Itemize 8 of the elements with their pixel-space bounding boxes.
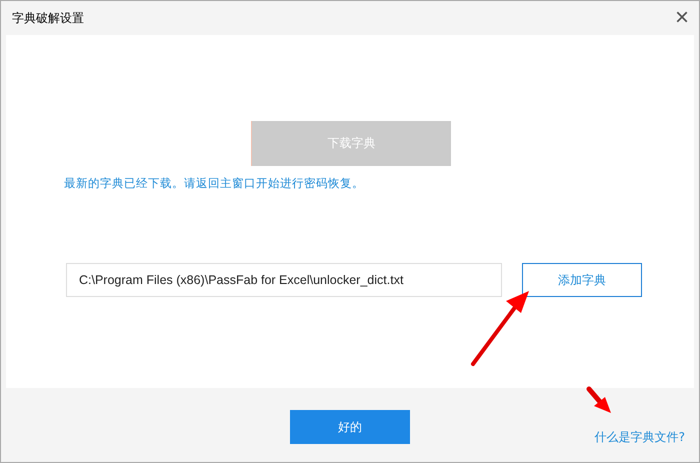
status-message: 最新的字典已经下载。请返回主窗口开始进行密码恢复。 [64, 176, 365, 191]
window-title: 字典破解设置 [12, 10, 84, 26]
add-dictionary-button[interactable]: 添加字典 [522, 263, 642, 297]
close-button[interactable]: × [670, 6, 693, 30]
path-field[interactable]: C:\Program Files (x86)\PassFab for Excel\unlocker_dict.txt [66, 263, 502, 297]
ok-button[interactable]: 好的 [290, 410, 410, 444]
help-link[interactable]: 什么是字典文件? [594, 429, 685, 446]
annotation-arrow [586, 386, 611, 413]
